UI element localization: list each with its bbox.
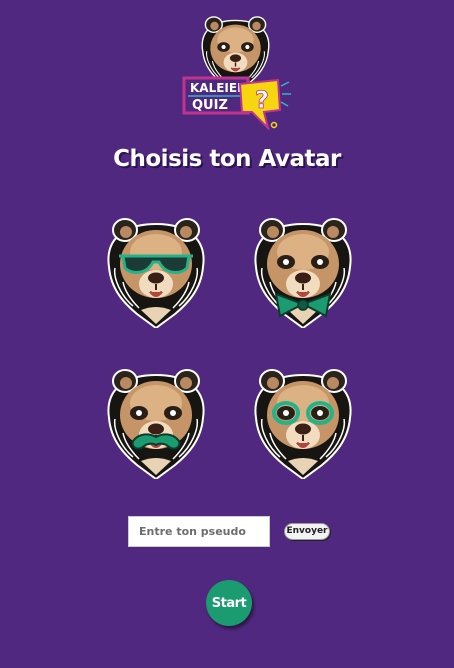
logo-line1: KALEIEN — [190, 81, 247, 95]
avatar-option-eye-mask[interactable] — [248, 363, 358, 479]
logo-badge: KALEIEN QUIZ ? — [182, 76, 291, 132]
page-title: Choisis ton Avatar — [113, 146, 341, 172]
avatar-option-mustache[interactable] — [101, 363, 211, 479]
question-mark-icon: ? — [255, 86, 269, 114]
bear-sunglasses-icon — [107, 218, 205, 328]
bear-eye-mask-icon — [254, 369, 352, 479]
pseudo-input[interactable] — [128, 516, 270, 547]
start-button[interactable]: Start — [206, 580, 252, 626]
kaleien-quiz-logo: KALEIEN QUIZ ? — [178, 12, 294, 132]
avatar-option-bowtie[interactable] — [248, 212, 358, 328]
avatar-option-sunglasses[interactable] — [101, 212, 211, 328]
bear-mustache-icon — [107, 369, 205, 479]
send-button[interactable]: Envoyer — [284, 523, 330, 540]
bear-bowtie-icon — [254, 218, 352, 328]
logo-line2: QUIZ — [192, 98, 228, 113]
